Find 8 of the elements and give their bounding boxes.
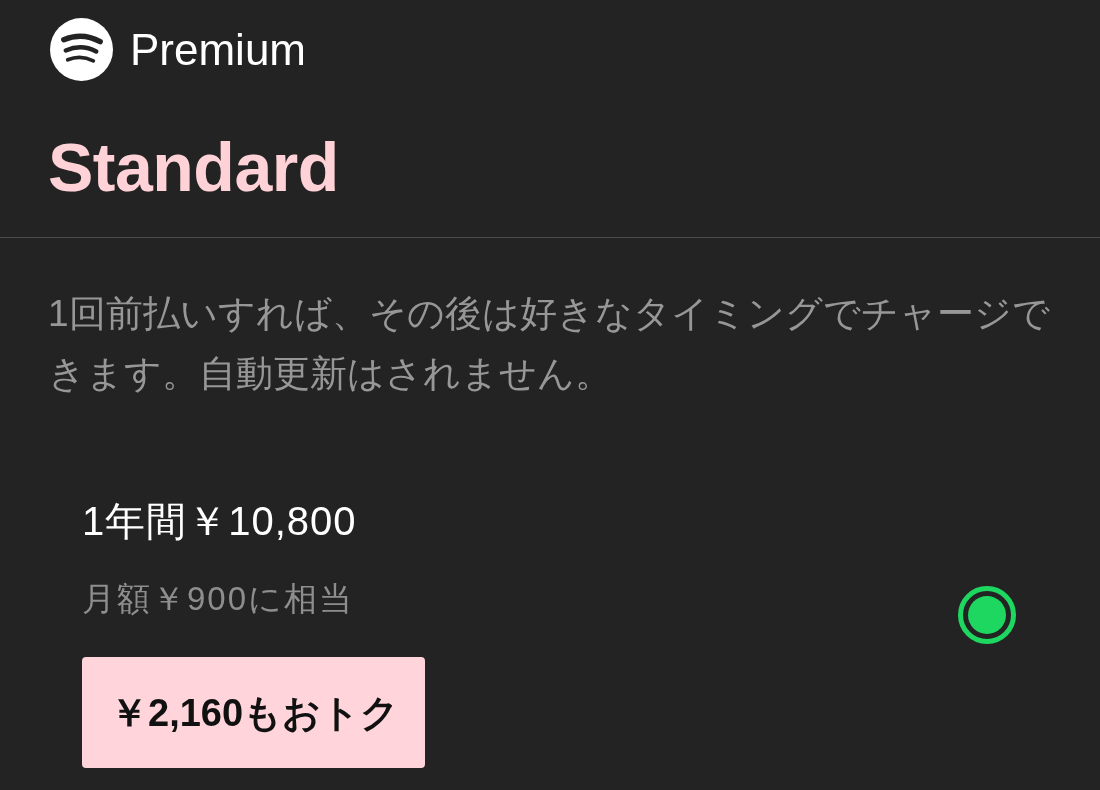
monthly-equivalent-label: 月額￥900に相当	[82, 579, 355, 619]
savings-badge: ￥2,160もおトク	[82, 657, 426, 768]
logo-icon	[50, 18, 113, 81]
plan-description: 1回前払いすれば、その後は好きなタイミングでチャージできます。自動更新はされません。	[48, 292, 1051, 396]
price-label: 1年間￥10,800	[82, 498, 357, 545]
plan-title: Standard	[48, 128, 340, 207]
brand-label: Premium	[130, 27, 307, 72]
radio-button[interactable]	[957, 584, 1017, 645]
